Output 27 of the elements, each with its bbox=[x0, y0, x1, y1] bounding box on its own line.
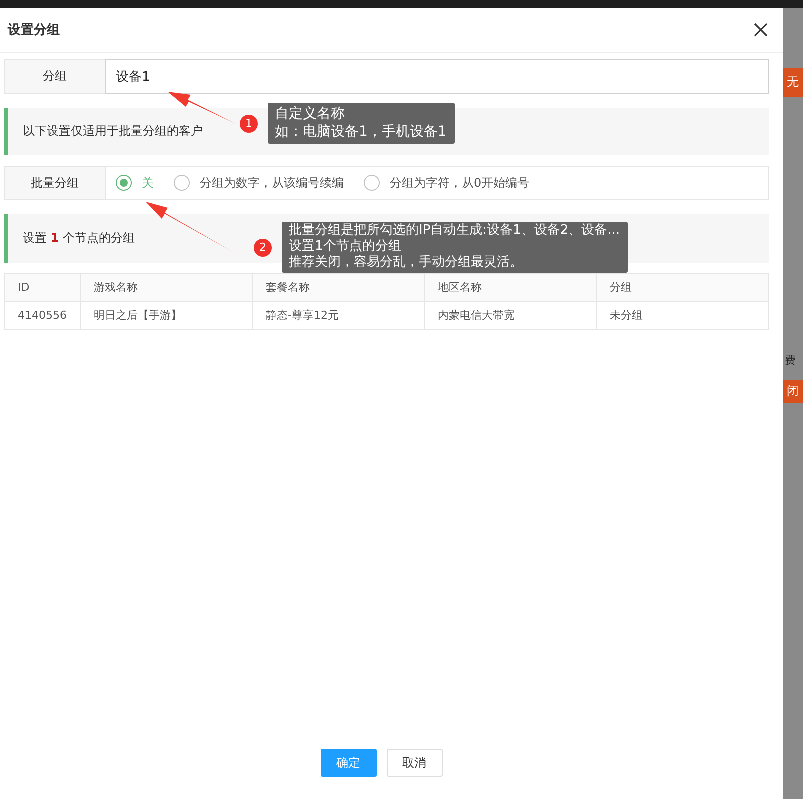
radio-button[interactable] bbox=[174, 175, 190, 191]
column-header: 游戏名称 bbox=[80, 274, 252, 302]
column-header: 套餐名称 bbox=[252, 274, 424, 302]
radio-button[interactable] bbox=[364, 175, 380, 191]
table-cell: 未分组 bbox=[596, 302, 768, 330]
close-icon[interactable] bbox=[754, 23, 768, 37]
group-name-field[interactable]: 设备1 bbox=[105, 59, 769, 94]
tooltip-text: 如：电脑设备1，手机设备1 bbox=[275, 123, 447, 141]
background-text: 费 bbox=[785, 353, 796, 368]
field-label: 批量分组 bbox=[4, 166, 105, 200]
table-cell: 静态-尊享12元 bbox=[252, 302, 424, 330]
table-cell: 明日之后【手游】 bbox=[80, 302, 252, 330]
radio-button[interactable] bbox=[116, 175, 132, 191]
column-header: ID bbox=[4, 274, 80, 302]
tooltip-text: 批量分组是把所勾选的IP自动生成:设备1、设备2、设备... bbox=[289, 223, 620, 239]
dialog-title: 设置分组 bbox=[8, 22, 60, 39]
tooltip-text: 设置1个节点的分组 bbox=[289, 239, 402, 255]
tooltip-text: 推荐关闭，容易分乱，手动分组最灵活。 bbox=[289, 255, 524, 271]
table-cell: 4140556 bbox=[4, 302, 80, 330]
column-header: 分组 bbox=[596, 274, 768, 302]
tooltip-text: 自定义名称 bbox=[275, 105, 346, 123]
field-label: 分组 bbox=[4, 59, 105, 94]
radio-label[interactable]: 分组为字符，从0开始编号 bbox=[390, 174, 530, 192]
radio-label[interactable]: 分组为数字，从该编号续编 bbox=[200, 174, 344, 192]
cancel-button[interactable]: 取消 bbox=[386, 749, 442, 777]
table-cell: 内蒙电信大带宽 bbox=[424, 302, 596, 330]
column-header: 地区名称 bbox=[424, 274, 596, 302]
